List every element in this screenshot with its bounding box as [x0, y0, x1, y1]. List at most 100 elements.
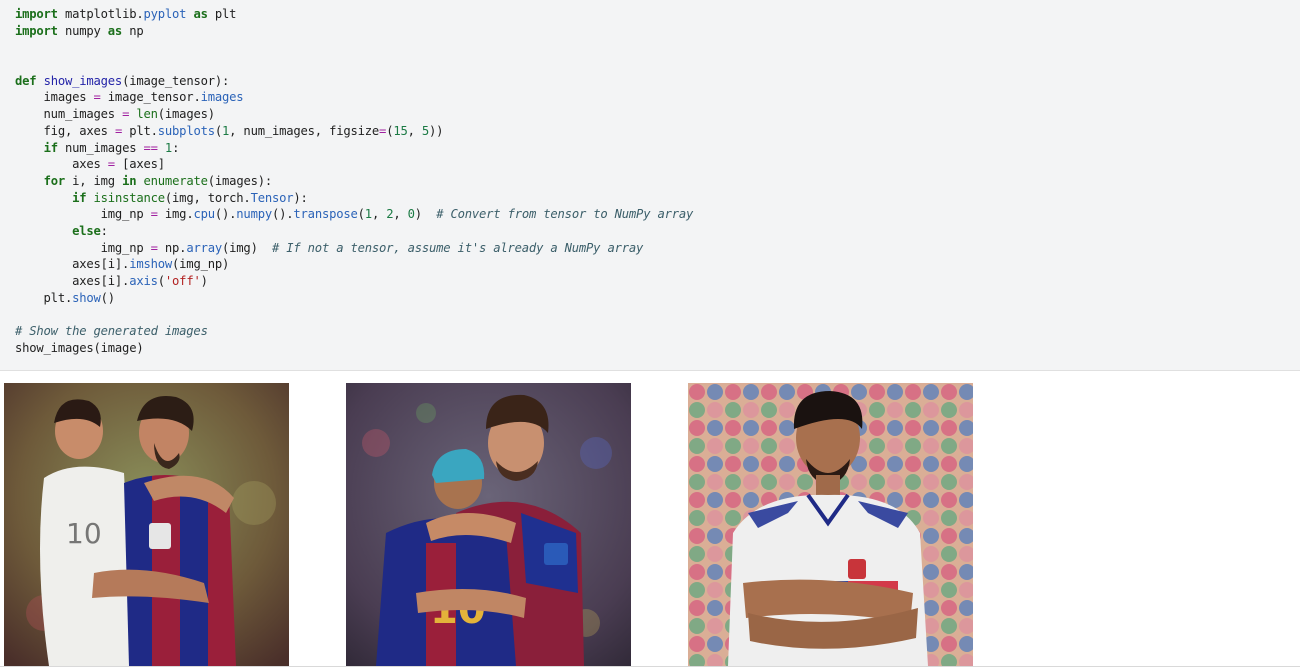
- code-token: len: [136, 107, 158, 122]
- generated-image-hug-2: 10: [346, 383, 631, 666]
- code-token: (image_tensor):: [122, 73, 230, 88]
- code-token: numpy: [57, 23, 108, 38]
- code-line: else:: [15, 223, 693, 240]
- code-line: import numpy as np: [15, 23, 693, 40]
- code-token: img_np: [15, 207, 151, 222]
- code-token: 1: [164, 140, 173, 155]
- code-token: ,: [407, 123, 422, 138]
- code-token: (images):: [207, 173, 273, 188]
- code-token: ):: [293, 190, 308, 205]
- code-token: )): [429, 123, 444, 138]
- code-token: as: [107, 23, 123, 38]
- code-token: ().: [214, 207, 237, 222]
- code-token: def: [15, 73, 37, 88]
- output-image-3: [688, 383, 973, 666]
- code-token: =: [150, 240, 158, 255]
- code-token: :: [100, 223, 108, 238]
- code-token: (): [100, 290, 115, 305]
- code-token: (img_np): [172, 257, 230, 272]
- code-token: isinstance: [93, 190, 166, 205]
- code-token: imshow: [129, 257, 173, 272]
- code-token: img_np: [15, 240, 151, 255]
- code-token: enumerate: [143, 173, 208, 188]
- output-divider: [0, 666, 1300, 667]
- code-token: (img, torch.: [164, 190, 251, 205]
- code-token: (: [157, 274, 165, 288]
- code-token: =: [107, 157, 115, 172]
- code-token: (images): [157, 107, 215, 122]
- code-token: images: [200, 90, 244, 105]
- code-line: img_np = img.cpu().numpy().transpose(1, …: [15, 206, 694, 223]
- code-token: ==: [143, 140, 158, 155]
- code-token: 0: [407, 207, 415, 222]
- code-token: show_images(image): [15, 340, 144, 355]
- code-token: in: [122, 173, 137, 188]
- code-token: img.: [157, 207, 194, 222]
- cell-output: 10 10: [0, 372, 1300, 668]
- code-token: num_images: [15, 107, 123, 122]
- code-line: fig, axes = plt.subplots(1, num_images, …: [15, 123, 693, 140]
- code-token: plt: [207, 7, 237, 21]
- svg-text:10: 10: [66, 517, 102, 550]
- code-token: show_images: [43, 73, 123, 88]
- code-token: ,: [371, 207, 387, 222]
- code-token: if: [72, 190, 87, 205]
- code-token: np: [122, 23, 144, 38]
- code-token: plt.: [122, 123, 158, 138]
- code-token: cpu: [193, 207, 215, 222]
- code-token: axes[i].: [15, 274, 130, 288]
- code-token: axes: [15, 157, 108, 172]
- code-editor[interactable]: import matplotlib.pyplot as plt import nu…: [15, 6, 693, 356]
- code-token: subplots: [157, 123, 215, 138]
- code-line: import matplotlib.pyplot as plt: [15, 6, 693, 23]
- code-line: def show_images(image_tensor):: [15, 73, 693, 90]
- output-image-2: 10: [346, 383, 631, 666]
- code-token: =: [150, 207, 158, 222]
- output-image-1: 10: [4, 383, 289, 666]
- code-token: transpose: [293, 207, 358, 222]
- code-line: # Show the generated images: [15, 323, 693, 340]
- generated-image-hug-1: 10: [4, 383, 289, 666]
- code-token: num_images: [57, 140, 144, 155]
- code-line: axes = [axes]: [15, 156, 693, 173]
- code-token: =: [114, 123, 123, 138]
- code-token: array: [186, 240, 223, 255]
- code-line: axes[i].imshow(img_np): [15, 256, 693, 273]
- code-token: 'off': [164, 274, 201, 288]
- code-token: # If not a tensor, assume it's already a…: [271, 240, 644, 255]
- code-token: else: [72, 223, 101, 238]
- code-token: [axes]: [114, 157, 165, 172]
- code-token: import: [15, 7, 58, 21]
- code-cell[interactable]: import matplotlib.pyplot as plt import nu…: [0, 0, 1300, 371]
- code-token: i, img: [64, 173, 123, 188]
- code-token: image_tensor.: [100, 90, 201, 105]
- code-token: ): [200, 274, 208, 288]
- code-line: num_images = len(images): [15, 106, 693, 123]
- code-token: show: [72, 290, 101, 305]
- code-token: numpy: [236, 207, 272, 222]
- code-token: (img): [222, 240, 272, 255]
- code-line: if isinstance(img, torch.Tensor):: [15, 190, 693, 207]
- code-token: fig, axes: [15, 123, 115, 138]
- code-line: if num_images == 1:: [15, 140, 693, 157]
- code-token: if: [43, 140, 58, 155]
- code-token: import: [15, 23, 58, 38]
- code-line: img_np = np.array(img) # If not a tensor…: [15, 240, 693, 257]
- code-token: # Show the generated images: [15, 324, 208, 339]
- code-line: plt.show(): [15, 290, 693, 307]
- code-token: axis: [129, 274, 158, 288]
- code-token: plt.: [15, 290, 73, 305]
- code-line: show_images(image): [15, 340, 693, 357]
- code-token: axes[i].: [15, 257, 130, 272]
- code-token: images: [15, 90, 94, 105]
- code-token: =: [93, 90, 101, 105]
- code-token: 15: [393, 123, 408, 138]
